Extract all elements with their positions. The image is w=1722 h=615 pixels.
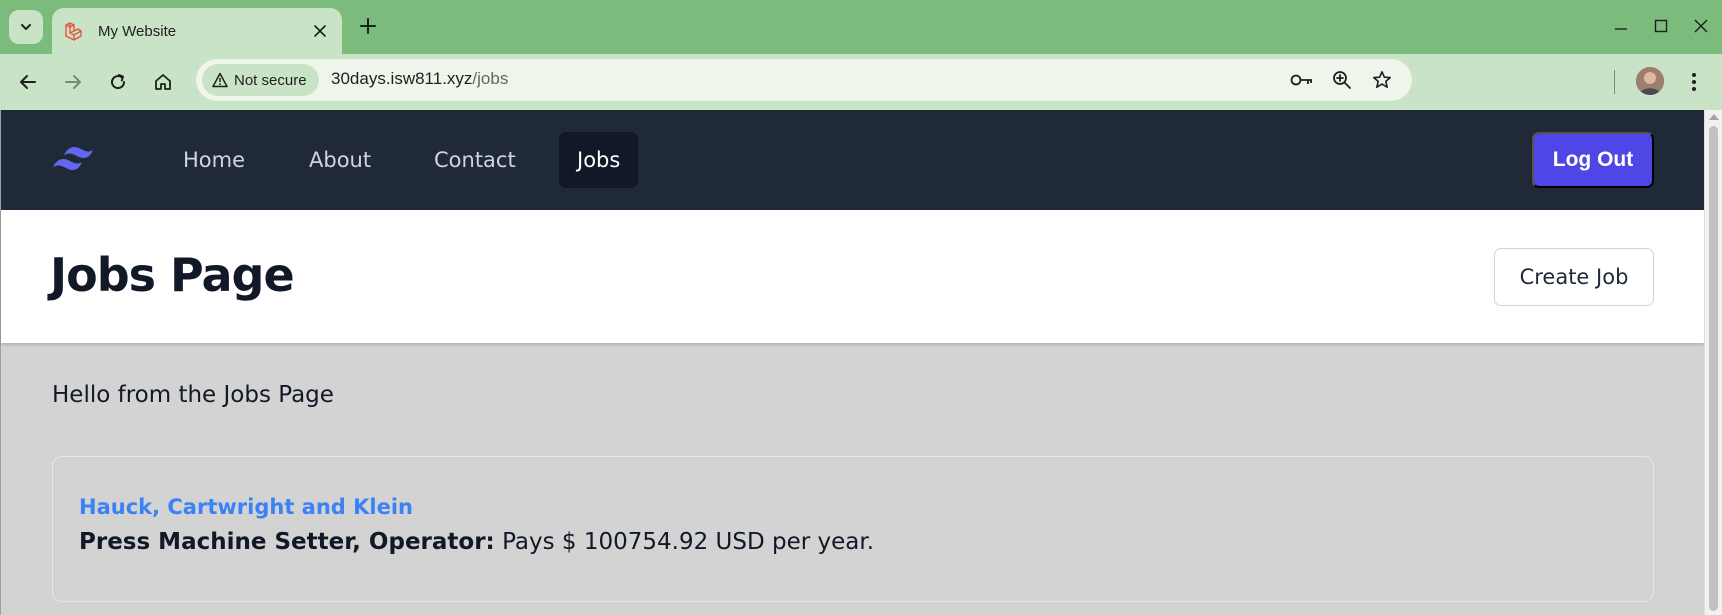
avatar-icon — [1636, 67, 1664, 95]
scrollbar-thumb[interactable] — [1709, 126, 1718, 611]
browser-menu-button[interactable] — [1680, 66, 1708, 98]
arrow-left-icon — [20, 75, 36, 89]
url-host: 30days.isw811.xyz — [331, 69, 473, 88]
address-bar[interactable]: Not secure 30days.isw811.xyz/jobs — [196, 59, 1412, 101]
page-scrollbar[interactable] — [1704, 110, 1722, 615]
page-viewport: Home About Contact Jobs Log Out Jobs Pag… — [0, 110, 1704, 615]
tab-title: My Website — [98, 22, 177, 40]
scroll-up-arrow-icon[interactable] — [1709, 114, 1719, 120]
toolbar-divider — [1614, 70, 1615, 94]
url-text[interactable]: 30days.isw811.xyz/jobs — [331, 69, 508, 89]
reload-icon — [111, 74, 126, 90]
plus-icon — [360, 18, 376, 34]
password-key-button[interactable] — [1288, 66, 1316, 94]
back-button[interactable] — [10, 64, 46, 100]
url-path: /jobs — [472, 69, 509, 88]
zoom-button[interactable] — [1328, 66, 1356, 94]
star-icon — [1373, 71, 1391, 88]
new-tab-button[interactable] — [354, 12, 382, 40]
close-icon — [1694, 19, 1708, 33]
maximize-icon — [1654, 19, 1668, 33]
browser-toolbar: Not secure 30days.isw811.xyz/jobs — [0, 54, 1722, 110]
job-pay: Pays $ 100754.92 USD per year. — [502, 529, 875, 555]
job-title: Press Machine Setter, Operator: — [79, 529, 495, 555]
tab-close-button[interactable] — [308, 19, 332, 43]
page-title: Jobs Page — [50, 248, 295, 302]
home-icon — [155, 74, 171, 90]
warning-triangle-icon — [212, 72, 228, 88]
site-navbar: Home About Contact Jobs Log Out — [1, 110, 1704, 210]
security-label: Not secure — [234, 71, 307, 89]
tab-strip: My Website — [0, 0, 1722, 54]
maximize-button[interactable] — [1647, 12, 1675, 40]
browser-tab[interactable]: My Website — [52, 8, 342, 54]
zoom-in-icon — [1333, 71, 1351, 89]
security-chip[interactable]: Not secure — [202, 64, 319, 96]
page-header: Jobs Page Create Job — [1, 210, 1704, 343]
nav-link-home[interactable]: Home — [165, 132, 263, 188]
profile-avatar[interactable] — [1636, 67, 1664, 95]
close-window-button[interactable] — [1687, 12, 1715, 40]
reload-button[interactable] — [100, 64, 136, 100]
home-button[interactable] — [145, 64, 181, 100]
tab-search-button[interactable] — [9, 10, 43, 44]
job-card[interactable]: Hauck, Cartwright and Klein Press Machin… — [52, 456, 1654, 602]
log-out-button[interactable]: Log Out — [1532, 132, 1654, 188]
nav-link-contact[interactable]: Contact — [416, 132, 534, 188]
minimize-icon — [1615, 28, 1627, 30]
chevron-down-icon — [21, 24, 31, 30]
tailwind-logo-icon[interactable] — [51, 143, 103, 177]
laravel-favicon-icon — [62, 20, 84, 42]
greeting-text: Hello from the Jobs Page — [52, 382, 334, 408]
arrow-right-icon — [65, 75, 81, 89]
bookmark-button[interactable] — [1368, 66, 1396, 94]
create-job-button[interactable]: Create Job — [1494, 248, 1654, 306]
more-vertical-icon — [1692, 73, 1696, 91]
job-employer: Hauck, Cartwright and Klein — [79, 495, 413, 519]
minimize-button[interactable] — [1607, 12, 1635, 40]
nav-link-about[interactable]: About — [291, 132, 389, 188]
job-summary: Press Machine Setter, Operator: Pays $ 1… — [79, 529, 874, 555]
nav-link-jobs[interactable]: Jobs — [559, 132, 639, 188]
browser-chrome: My Website Not secure 30days.isw811.xyz/… — [0, 0, 1722, 110]
close-icon — [314, 25, 326, 37]
forward-button[interactable] — [55, 64, 91, 100]
key-icon — [1290, 74, 1312, 86]
